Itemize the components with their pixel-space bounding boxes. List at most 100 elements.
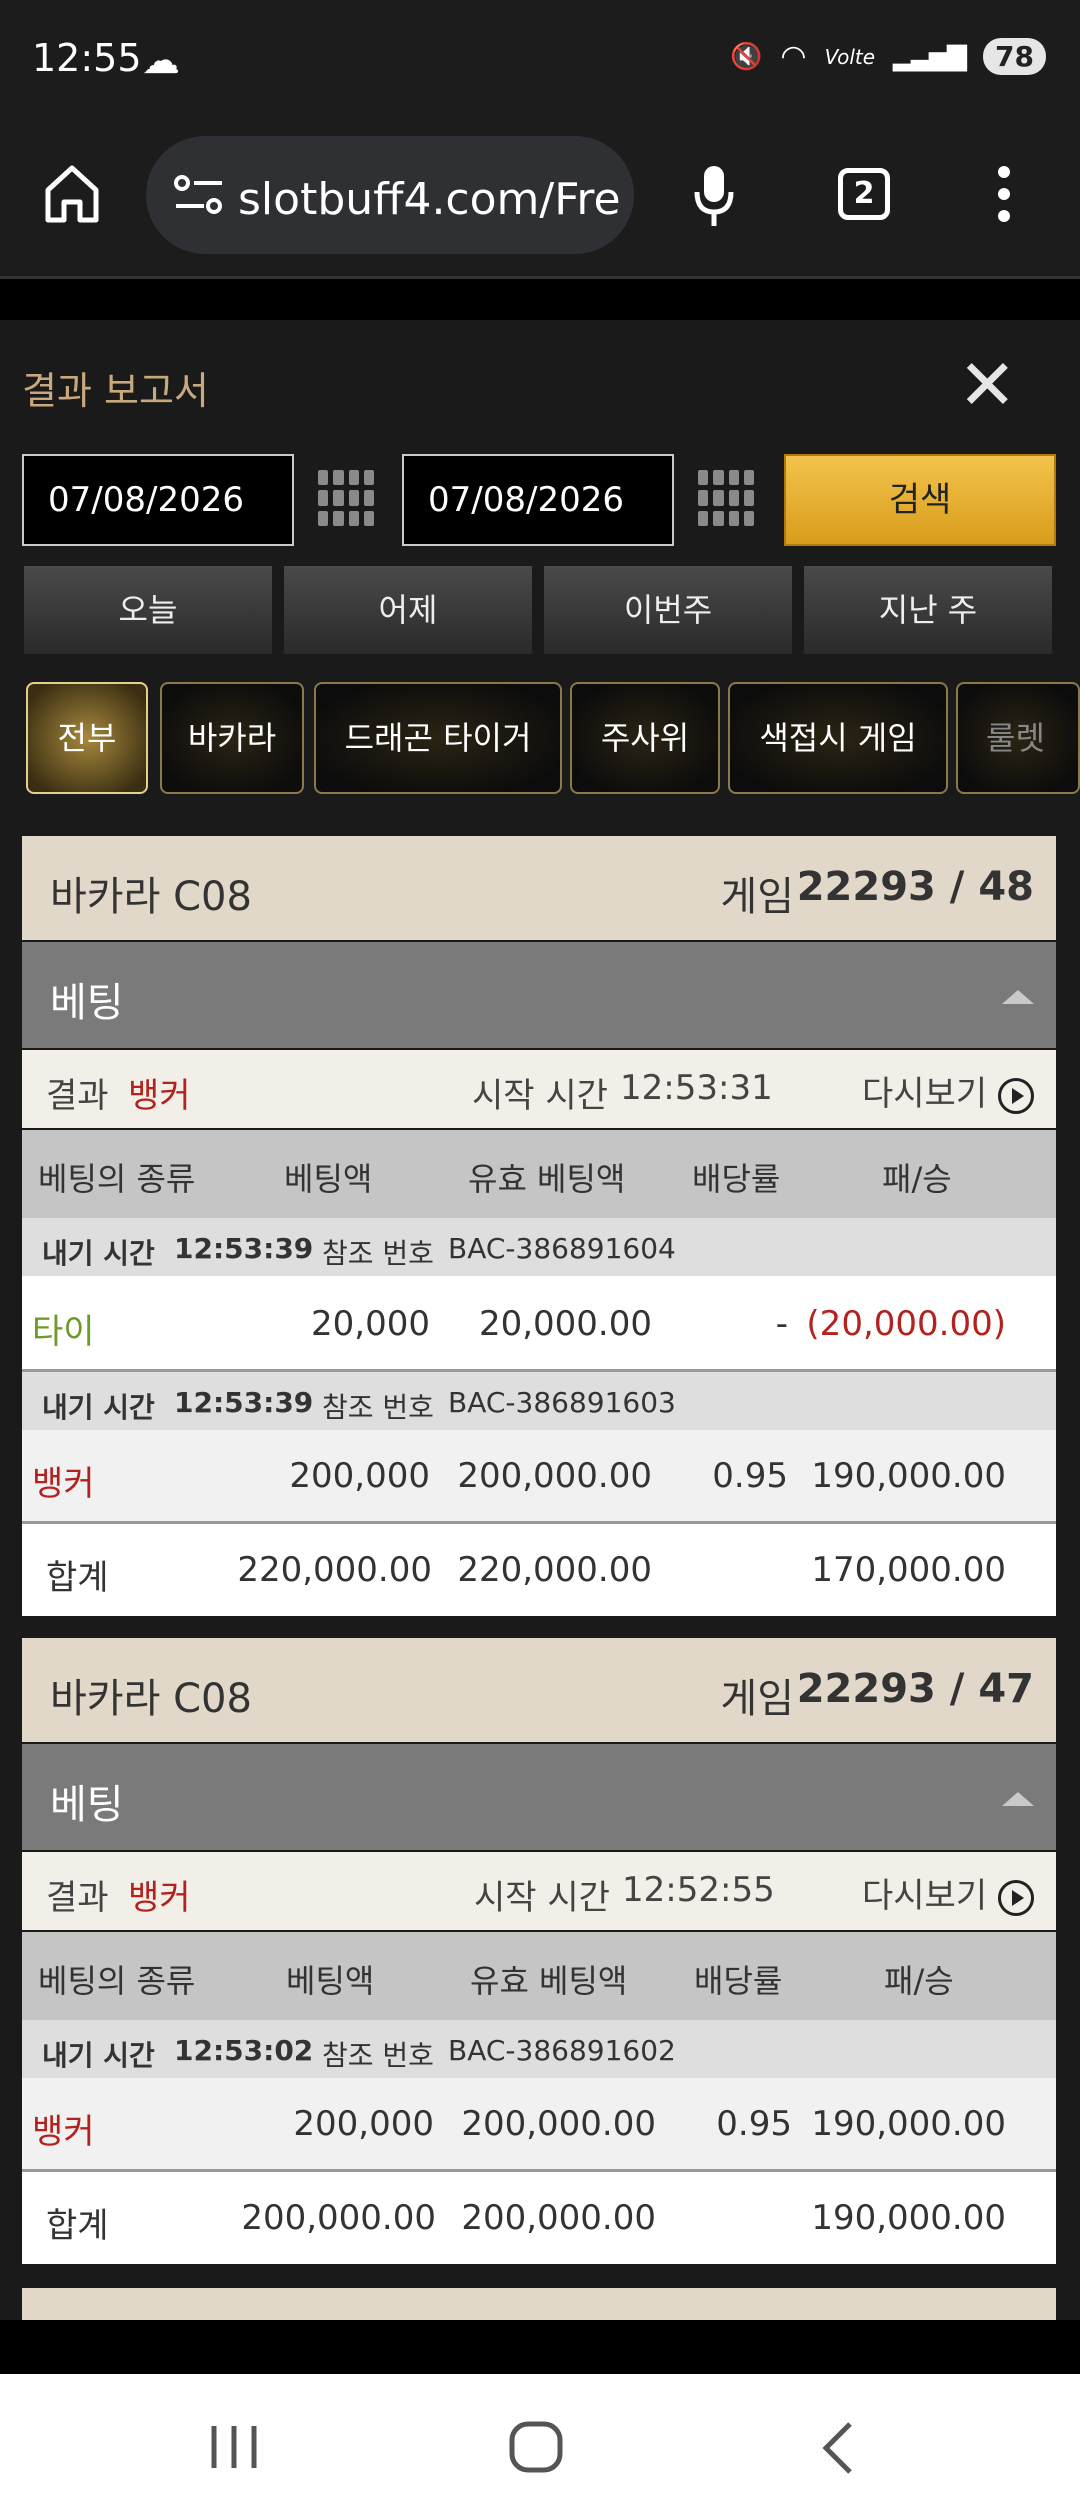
game-header: 바카라 C08 게임 22293 / 48 <box>22 836 1056 940</box>
total-win-loss: 190,000.00 <box>811 2198 1006 2238</box>
tab-switcher-button[interactable]: 2 <box>838 168 890 220</box>
ref-label: 참조 번호 <box>322 2039 434 2072</box>
mic-icon[interactable] <box>694 164 734 228</box>
start-time-label: 시작 시간 <box>474 1878 610 1918</box>
screen-bottom-spacer <box>0 2320 1080 2374</box>
col-bet-type: 베팅의 종류 <box>38 1962 196 2000</box>
total-label: 합계 <box>46 1558 109 1598</box>
play-icon <box>997 1077 1034 1114</box>
address-bar[interactable]: slotbuff4.com/Fre <box>146 136 634 254</box>
table-header: 베팅의 종류 베팅액 유효 베팅액 배당률 패/승 <box>22 1932 1056 2020</box>
home-icon[interactable] <box>44 164 100 224</box>
bet-type: 뱅커 <box>32 1464 95 1504</box>
calendar-icon[interactable] <box>698 470 754 526</box>
date-from-input[interactable]: 07/08/2026 <box>22 454 294 546</box>
col-odds: 배당률 <box>692 1160 781 1198</box>
collapse-arrow-icon[interactable] <box>1002 1792 1034 1806</box>
browser-toolbar: slotbuff4.com/Fre 2 <box>0 124 1080 276</box>
yesterday-button[interactable]: 어제 <box>284 566 532 654</box>
status-bar: 12:55 ☁ 🔇 ◠ Volte ▂▃▅▇ 78 <box>0 0 1080 124</box>
recents-icon[interactable] <box>208 2422 260 2472</box>
collapse-arrow-icon[interactable] <box>1002 990 1034 1004</box>
ref-value: BAC-386891602 <box>448 2034 676 2067</box>
wifi-icon: ◠ <box>780 39 807 74</box>
volte-label: Volte <box>824 44 876 69</box>
category-tab-roulette[interactable]: 룰렛 <box>956 682 1080 794</box>
battery-icon: 78 <box>983 38 1046 75</box>
total-row: 합계 200,000.00 200,000.00 190,000.00 <box>22 2172 1056 2264</box>
replay-label: 다시보기 <box>862 1876 988 1916</box>
replay-label: 다시보기 <box>862 1074 988 1114</box>
url-text: slotbuff4.com/Fre <box>238 174 621 225</box>
win-loss: 190,000.00 <box>811 1456 1006 1496</box>
category-tab-dragon-tiger[interactable]: 드래곤 타이거 <box>314 682 562 794</box>
total-valid: 220,000.00 <box>457 1550 652 1590</box>
win-loss: (20,000.00) <box>806 1304 1006 1344</box>
total-win-loss: 170,000.00 <box>811 1550 1006 1590</box>
bet-meta: 내기 시간 12:53:39 참조 번호 BAC-386891603 <box>22 1372 1056 1430</box>
bet-amount: 200,000 <box>289 1456 430 1496</box>
col-bet-amount: 베팅액 <box>284 1160 373 1198</box>
table-name: 바카라 C08 <box>50 1676 252 1722</box>
calendar-icon[interactable] <box>318 470 374 526</box>
betting-section-header[interactable]: 베팅 <box>22 1744 1056 1850</box>
game-number: 22293 / 48 <box>796 864 1034 910</box>
valid-amount: 20,000.00 <box>478 1304 652 1344</box>
search-button[interactable]: 검색 <box>784 454 1056 546</box>
result-report-panel: 결과 보고서 ✕ 07/08/2026 07/08/2026 검색 오늘 어제 … <box>0 320 1080 2320</box>
ref-label: 참조 번호 <box>322 1237 434 1270</box>
category-tab-sicbo[interactable]: 주사위 <box>570 682 720 794</box>
category-tab-baccarat[interactable]: 바카라 <box>160 682 304 794</box>
col-win-loss: 패/승 <box>882 1160 952 1198</box>
ref-label: 참조 번호 <box>322 1391 434 1424</box>
site-settings-icon[interactable] <box>174 174 224 216</box>
bet-time-label: 내기 시간 <box>42 2039 155 2072</box>
start-time-value: 12:53:31 <box>620 1068 773 1108</box>
this-week-button[interactable]: 이번주 <box>544 566 792 654</box>
game-header: 바카라 C08 게임 22293 / 47 <box>22 1638 1056 1742</box>
table-name: 바카라 C08 <box>50 874 252 920</box>
col-win-loss: 패/승 <box>884 1962 954 2000</box>
last-week-button[interactable]: 지난 주 <box>804 566 1052 654</box>
total-row: 합계 220,000.00 220,000.00 170,000.00 <box>22 1524 1056 1616</box>
panel-title: 결과 보고서 <box>22 369 209 413</box>
odds: 0.95 <box>716 2104 792 2144</box>
table-header: 베팅의 종류 베팅액 유효 베팅액 배당률 패/승 <box>22 1130 1056 1218</box>
betting-label: 베팅 <box>50 1782 124 1828</box>
col-valid-amount: 유효 베팅액 <box>470 1962 628 2000</box>
ref-value: BAC-386891603 <box>448 1386 676 1419</box>
col-odds: 배당률 <box>694 1962 783 2000</box>
valid-amount: 200,000.00 <box>461 2104 656 2144</box>
today-button[interactable]: 오늘 <box>24 566 272 654</box>
category-tab-color-dish[interactable]: 색접시 게임 <box>728 682 948 794</box>
total-label: 합계 <box>46 2206 109 2246</box>
close-icon[interactable]: ✕ <box>958 350 1017 420</box>
bet-type: 뱅커 <box>32 2112 95 2152</box>
bet-row: 뱅커 200,000 200,000.00 0.95 190,000.00 <box>22 1430 1056 1524</box>
category-tab-all[interactable]: 전부 <box>26 682 148 794</box>
start-time-label: 시작 시간 <box>472 1076 608 1116</box>
ref-value: BAC-386891604 <box>448 1232 676 1265</box>
col-valid-amount: 유효 베팅액 <box>468 1160 626 1198</box>
next-game-header-partial <box>22 2288 1056 2320</box>
bet-type: 타이 <box>32 1312 95 1352</box>
replay-button[interactable]: 다시보기 <box>862 1066 1034 1115</box>
date-to-input[interactable]: 07/08/2026 <box>402 454 674 546</box>
toolbar-divider <box>0 276 1080 320</box>
total-valid: 200,000.00 <box>461 2198 656 2238</box>
game-label: 게임 <box>720 874 794 920</box>
status-icons: 🔇 ◠ Volte ▂▃▅▇ 78 <box>730 38 1046 75</box>
betting-section-header[interactable]: 베팅 <box>22 942 1056 1048</box>
home-nav-icon[interactable] <box>508 2420 564 2474</box>
cloud-icon: ☁ <box>142 38 180 82</box>
win-loss: 190,000.00 <box>811 2104 1006 2144</box>
bet-time-label: 내기 시간 <box>42 1237 155 1270</box>
back-icon[interactable] <box>818 2420 858 2476</box>
col-bet-type: 베팅의 종류 <box>38 1160 196 1198</box>
total-amount: 220,000.00 <box>237 1550 432 1590</box>
result-row: 결과 뱅커 시작 시간 12:52:55 다시보기 <box>22 1852 1056 1930</box>
odds: 0.95 <box>712 1456 788 1496</box>
odds: - <box>775 1304 788 1344</box>
more-menu-icon[interactable] <box>998 166 1012 222</box>
replay-button[interactable]: 다시보기 <box>862 1868 1034 1917</box>
